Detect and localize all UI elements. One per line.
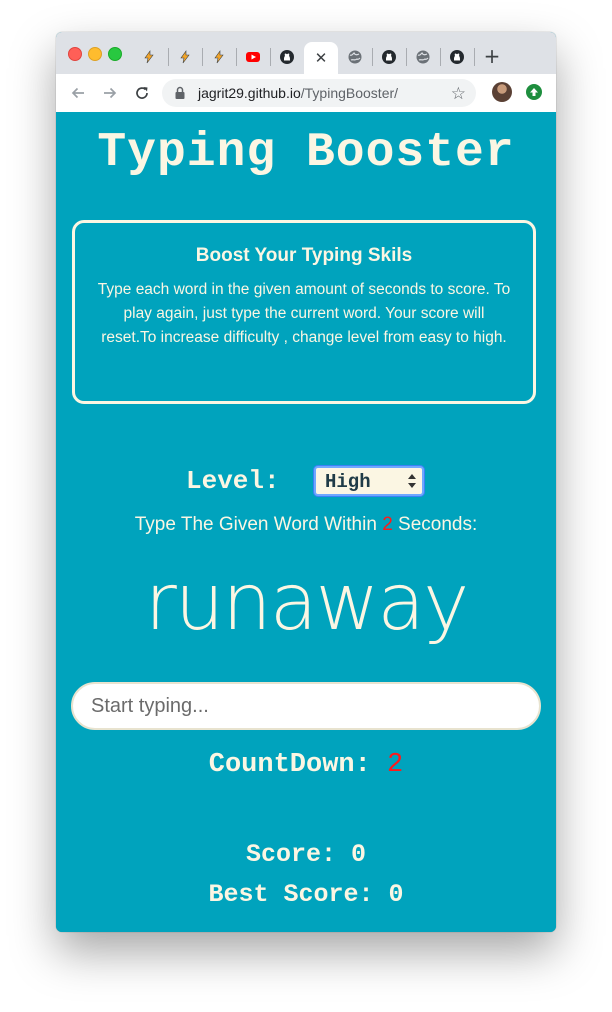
close-icon[interactable]: ✕ <box>315 49 328 67</box>
best-score-value: 0 <box>388 880 404 909</box>
best-score: Best Score: 0 <box>56 880 556 909</box>
profile-avatar[interactable] <box>492 82 512 102</box>
arrow-up-icon <box>530 88 538 96</box>
address-bar[interactable]: jagrit29.github.io/TypingBooster/ ☆ <box>162 79 476 107</box>
minimize-window-button[interactable] <box>88 47 102 61</box>
app-title: Typing Booster <box>97 126 515 180</box>
github-icon <box>280 50 294 64</box>
tab-globe-2[interactable] <box>406 42 440 72</box>
url-host: jagrit29.github.io <box>198 85 301 101</box>
instruction-seconds: 2 <box>382 514 393 535</box>
tab-globe-1[interactable] <box>338 42 372 72</box>
page-content: Typing Booster Boost Your Typing Skils T… <box>56 112 556 932</box>
tab-github-1[interactable] <box>270 42 304 72</box>
lock-icon <box>175 86 185 99</box>
tab-github-3[interactable] <box>440 42 474 72</box>
tab-github-2[interactable] <box>372 42 406 72</box>
tab-blogger-1[interactable] <box>132 42 166 72</box>
globe-icon <box>416 50 430 64</box>
tab-active[interactable]: ✕ <box>304 42 338 74</box>
instructions-text: Type each word in the given amount of se… <box>97 281 511 346</box>
best-score-label: Best Score: <box>208 880 389 909</box>
browser-window: ✕ + jagrit29.github.io/TypingBooster/ ☆ … <box>56 32 556 932</box>
time-instruction: Type The Given Word Within 2 Seconds: <box>56 514 556 536</box>
score: Score: 0 <box>56 840 556 869</box>
arrow-right-icon <box>104 87 117 99</box>
github-icon <box>450 50 464 64</box>
countdown: CountDown: 2 <box>56 750 556 780</box>
reload-icon <box>136 87 148 99</box>
arrow-left-icon <box>71 87 84 99</box>
youtube-icon <box>246 52 260 62</box>
close-window-button[interactable] <box>68 47 82 61</box>
current-word: runaway <box>144 558 470 648</box>
tab-youtube[interactable] <box>236 42 270 72</box>
level-label: Level: <box>186 466 280 496</box>
new-tab-button[interactable]: + <box>482 46 502 66</box>
bookmark-star-icon[interactable]: ☆ <box>451 84 466 104</box>
instructions-title: Boost Your Typing Skils <box>195 245 413 266</box>
url-path: /TypingBooster/ <box>300 85 399 101</box>
browser-toolbar: jagrit29.github.io/TypingBooster/ ☆ <box>56 74 556 113</box>
globe-icon <box>348 50 362 64</box>
countdown-label: CountDown: <box>208 750 388 780</box>
tab-blogger-2[interactable] <box>168 42 202 72</box>
forward-button[interactable] <box>100 83 120 103</box>
maximize-window-button[interactable] <box>108 47 122 61</box>
blogger-icon <box>214 50 224 64</box>
extension-update-icon[interactable] <box>526 84 542 100</box>
level-select[interactable]: High <box>314 466 424 496</box>
reload-button[interactable] <box>132 83 152 103</box>
select-arrows-icon <box>408 474 416 488</box>
score-value: 0 <box>351 840 367 869</box>
score-label: Score: <box>245 840 351 869</box>
instruction-suffix: Seconds: <box>392 514 478 535</box>
blogger-icon <box>180 50 190 64</box>
instruction-prefix: Type The Given Word Within <box>134 514 383 535</box>
blogger-icon <box>144 50 154 64</box>
countdown-value: 2 <box>387 750 404 780</box>
back-button[interactable] <box>68 83 88 103</box>
instructions-box: Boost Your Typing Skils Type each word i… <box>72 220 536 404</box>
tab-strip: ✕ + <box>56 32 556 74</box>
level-selected-value: High <box>325 471 371 493</box>
word-input[interactable] <box>71 682 541 730</box>
url-text: jagrit29.github.io/TypingBooster/ <box>198 85 398 101</box>
github-icon <box>382 50 396 64</box>
tab-blogger-3[interactable] <box>202 42 236 72</box>
level-row: Level: High <box>56 464 556 498</box>
